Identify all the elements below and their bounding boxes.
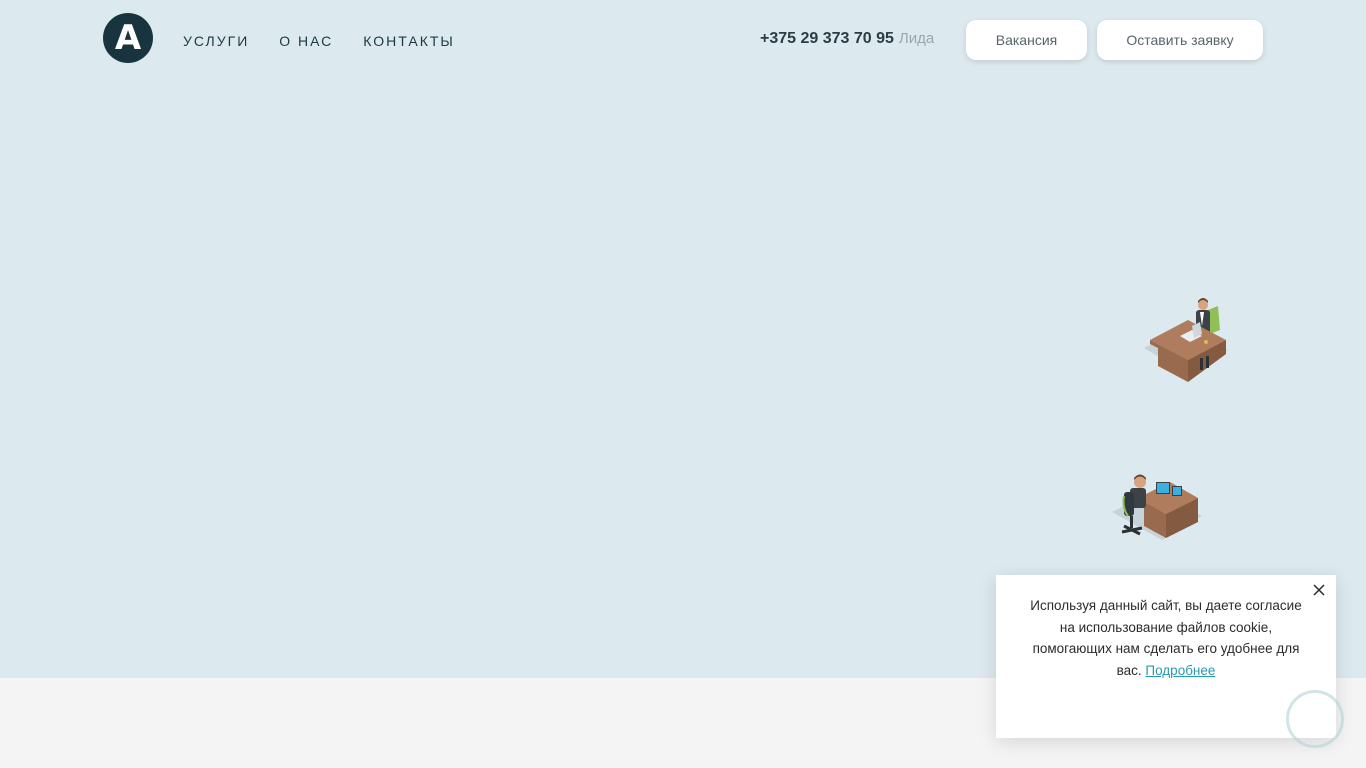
- contact-info: +375 29 373 70 95 Лида: [760, 30, 934, 52]
- cookie-close-button[interactable]: [1312, 583, 1326, 597]
- office-worker-illustration: [1144, 298, 1228, 382]
- cookie-message: Используя данный сайт, вы даете согласие…: [1026, 595, 1306, 681]
- logo[interactable]: A: [103, 13, 153, 63]
- city-label: Лида: [898, 30, 935, 47]
- nav-link-contacts[interactable]: КОНТАКТЫ: [363, 33, 455, 49]
- request-button-label: Оставить заявку: [1126, 32, 1234, 48]
- cookie-banner: Используя данный сайт, вы даете согласие…: [996, 575, 1336, 738]
- nav-link-services[interactable]: УСЛУГИ: [183, 33, 249, 49]
- nav-link-about[interactable]: О НАС: [279, 33, 333, 49]
- chat-widget-button[interactable]: [1286, 690, 1344, 748]
- vacancy-button-label: Вакансия: [995, 32, 1058, 48]
- request-button[interactable]: Оставить заявку: [1097, 20, 1263, 60]
- main-nav: УСЛУГИ О НАС КОНТАКТЫ: [183, 30, 455, 52]
- logo-letter: A: [114, 18, 142, 58]
- close-icon[interactable]: [1313, 584, 1325, 596]
- vacancy-button[interactable]: Вакансия: [966, 20, 1087, 60]
- cookie-more-link[interactable]: Подробнее: [1145, 663, 1215, 678]
- phone-number[interactable]: +375 29 373 70 95: [760, 30, 894, 48]
- programmer-illustration: [1112, 474, 1202, 540]
